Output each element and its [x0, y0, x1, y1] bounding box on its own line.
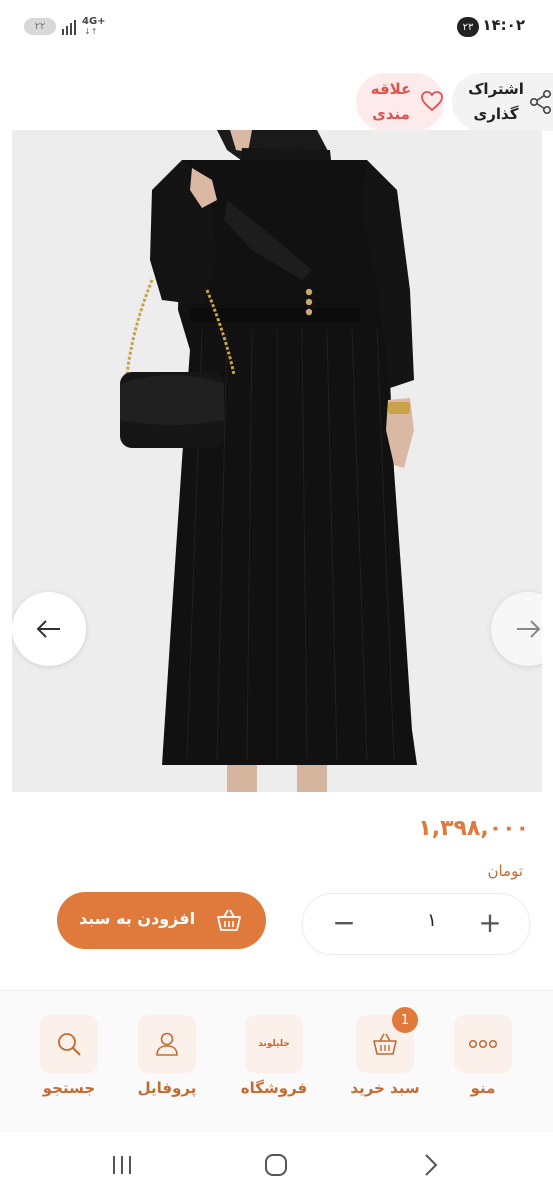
share-button[interactable]: اشتراک گذاری	[452, 73, 553, 131]
home-button[interactable]	[256, 1150, 296, 1180]
previous-image-button[interactable]	[12, 592, 86, 666]
add-to-cart-button[interactable]: افزودن به سبد	[57, 892, 266, 949]
share-label: اشتراک گذاری	[464, 77, 528, 127]
battery-indicator: ۲۲	[24, 18, 56, 35]
share-icon	[529, 89, 552, 114]
nav-item-menu[interactable]: منو	[438, 1015, 528, 1125]
heart-icon	[421, 91, 443, 111]
share-label-line1: اشتراک	[468, 80, 524, 98]
basket-icon	[373, 1033, 397, 1055]
data-arrows-icon: ↓↑	[84, 27, 98, 36]
status-bar: ۱۴:۰۲ ۲۳ ۲۲ 4G+ ↓↑	[0, 0, 553, 56]
user-icon	[156, 1032, 178, 1056]
basket-icon	[217, 909, 241, 931]
back-button[interactable]	[410, 1150, 450, 1180]
product-photo	[12, 130, 542, 792]
cart-count-badge: 1	[392, 1007, 418, 1033]
favorite-label-line2: مندی	[372, 105, 410, 123]
bottom-navigation: منو 1 سبد خرید جلیلوند فروشگاه پروفایل ج…	[0, 990, 553, 1133]
system-navigation-bar	[0, 1132, 553, 1200]
signal-icon: 4G+ ↓↑	[62, 16, 106, 38]
nav-item-profile[interactable]: پروفایل	[122, 1015, 212, 1125]
quantity-value: ۱	[427, 910, 437, 931]
increase-quantity-button[interactable]: +	[475, 908, 505, 938]
nav-item-search[interactable]: جستجو	[24, 1015, 114, 1125]
arrow-left-icon	[36, 620, 60, 638]
nav-label-search: جستجو	[42, 1079, 96, 1097]
status-time: ۱۴:۰۲	[482, 16, 525, 34]
recent-apps-button[interactable]	[102, 1150, 142, 1180]
product-price: ۱,۳۹۸,۰۰۰	[418, 816, 529, 841]
search-icon	[58, 1033, 81, 1056]
share-label-line2: گذاری	[473, 105, 519, 123]
favorite-button[interactable]: علاقه مندی	[356, 73, 444, 131]
store-logo: جلیلوند	[258, 1039, 290, 1049]
favorite-label-line1: علاقه	[370, 80, 412, 98]
nav-label-profile: پروفایل	[137, 1079, 197, 1097]
chevron-right-icon	[425, 1154, 438, 1176]
nav-tile-search	[40, 1015, 98, 1073]
favorite-label: علاقه مندی	[362, 77, 420, 127]
product-image-gallery[interactable]	[12, 130, 542, 792]
nav-tile-store: جلیلوند	[245, 1015, 303, 1073]
nav-item-store[interactable]: جلیلوند فروشگاه	[229, 1015, 319, 1125]
quantity-stepper: + ۱ −	[302, 893, 530, 955]
add-to-cart-label: افزودن به سبد	[79, 909, 196, 928]
home-icon	[265, 1154, 287, 1176]
nav-tile-profile	[138, 1015, 196, 1073]
arrow-right-icon	[517, 620, 541, 638]
recent-apps-icon	[113, 1156, 131, 1174]
decrease-quantity-button[interactable]: −	[329, 908, 359, 938]
network-type-label: 4G+	[82, 16, 106, 27]
dots-icon	[468, 1039, 498, 1049]
price-currency: تومان	[487, 862, 523, 880]
nav-tile-menu	[454, 1015, 512, 1073]
nav-label-store: فروشگاه	[240, 1079, 308, 1097]
nav-label-menu: منو	[470, 1079, 496, 1097]
nav-label-cart: سبد خرید	[350, 1079, 420, 1097]
nav-item-cart[interactable]: 1 سبد خرید	[340, 1007, 430, 1125]
notification-count-badge: ۲۳	[457, 17, 479, 37]
